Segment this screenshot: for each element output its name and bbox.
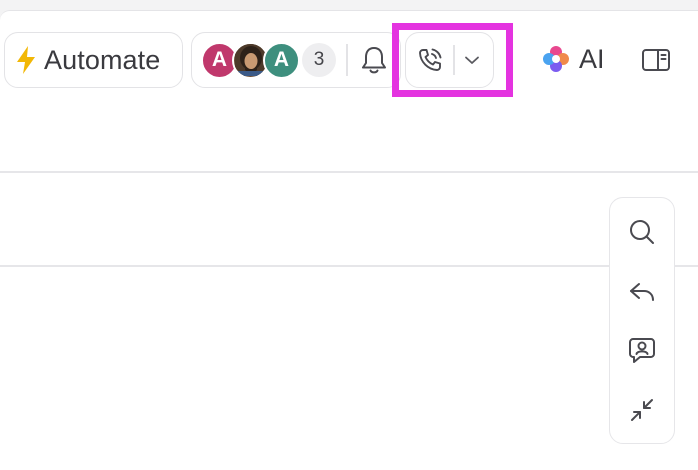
bell-icon[interactable]: [360, 45, 388, 75]
section-divider: [0, 171, 698, 173]
avatar-initial: A: [211, 48, 228, 71]
collapse-arrows-icon[interactable]: [624, 392, 660, 428]
lightning-bolt-icon: [14, 45, 38, 75]
divider: [346, 44, 348, 76]
search-icon[interactable]: [624, 214, 660, 250]
section-divider: [0, 265, 698, 267]
header-toolbar: Automate A A 3 AI: [0, 11, 698, 101]
avatar-initial: A: [273, 48, 290, 71]
ai-label: AI: [579, 43, 605, 74]
avatar[interactable]: A: [263, 41, 300, 79]
user-photo-icon: [234, 44, 267, 76]
ai-sparkle-icon: [541, 44, 571, 74]
chat-user-icon[interactable]: [624, 332, 660, 368]
watchers-group: A A 3: [191, 32, 401, 88]
ai-button[interactable]: AI: [541, 43, 605, 75]
automate-label: Automate: [44, 44, 161, 75]
reply-icon[interactable]: [624, 274, 660, 310]
highlight-box: [392, 23, 513, 97]
extra-watchers-count[interactable]: 3: [302, 43, 336, 77]
automate-button[interactable]: Automate: [4, 32, 183, 88]
main-canvas: Automate A A 3 AI: [0, 10, 698, 470]
count-label: 3: [313, 49, 325, 70]
sidebar-panel-icon[interactable]: [641, 47, 671, 73]
action-rail: [609, 197, 675, 444]
